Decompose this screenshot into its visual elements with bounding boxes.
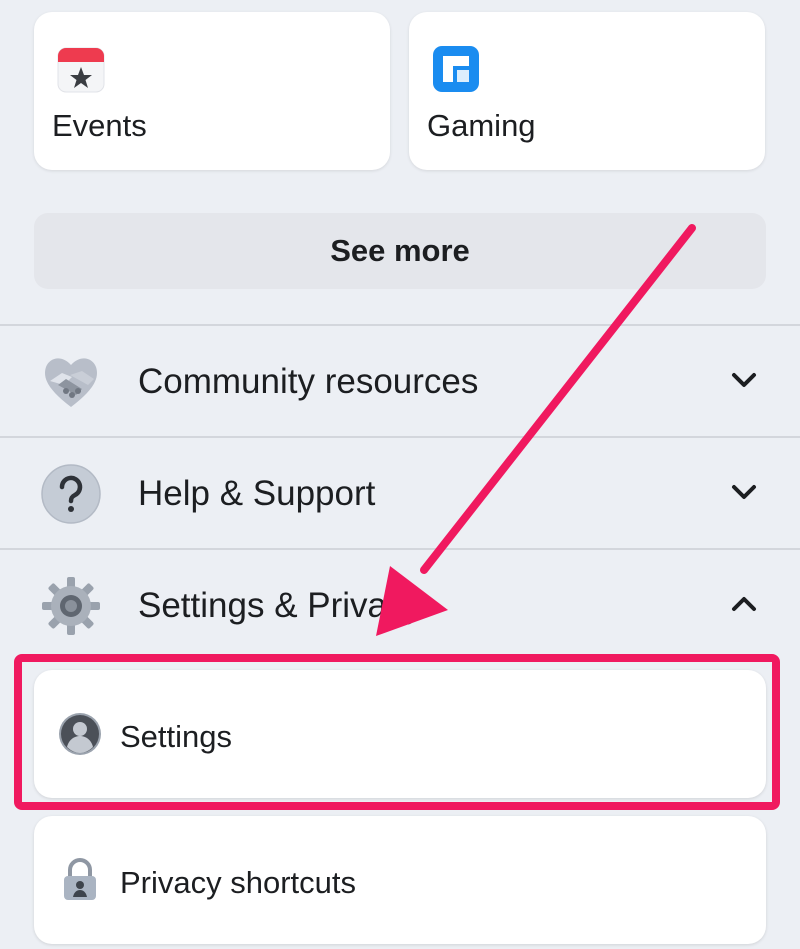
see-more-button[interactable]: See more bbox=[34, 213, 766, 289]
section-help-support[interactable]: Help & Support bbox=[0, 438, 800, 548]
chevron-up-icon[interactable] bbox=[729, 592, 759, 616]
gear-icon bbox=[42, 577, 100, 635]
lock-icon bbox=[64, 858, 96, 900]
gaming-icon bbox=[433, 46, 479, 92]
help-support-label: Help & Support bbox=[138, 474, 376, 513]
handshake-icon bbox=[45, 358, 97, 407]
settings-item[interactable]: Settings bbox=[34, 670, 766, 798]
privacy-shortcuts-label: Privacy shortcuts bbox=[120, 865, 357, 900]
chevron-down-icon[interactable] bbox=[729, 480, 759, 504]
question-circle-icon bbox=[41, 464, 101, 524]
events-label: Events bbox=[52, 108, 147, 143]
section-settings-privacy[interactable]: Settings & Privacy bbox=[0, 550, 800, 660]
community-resources-label: Community resources bbox=[138, 362, 479, 401]
settings-privacy-label: Settings & Privacy bbox=[138, 586, 422, 625]
see-more-label: See more bbox=[330, 233, 470, 268]
events-shortcut-card[interactable]: Events bbox=[34, 12, 390, 170]
settings-label: Settings bbox=[120, 719, 233, 754]
profile-avatar-icon bbox=[59, 713, 101, 755]
gaming-shortcut-card[interactable]: Gaming bbox=[409, 12, 765, 170]
gaming-label: Gaming bbox=[427, 108, 536, 143]
chevron-down-icon[interactable] bbox=[729, 368, 759, 392]
calendar-star-icon bbox=[57, 47, 105, 93]
section-community-resources[interactable]: Community resources bbox=[0, 326, 800, 436]
privacy-shortcuts-item[interactable]: Privacy shortcuts bbox=[34, 816, 766, 944]
